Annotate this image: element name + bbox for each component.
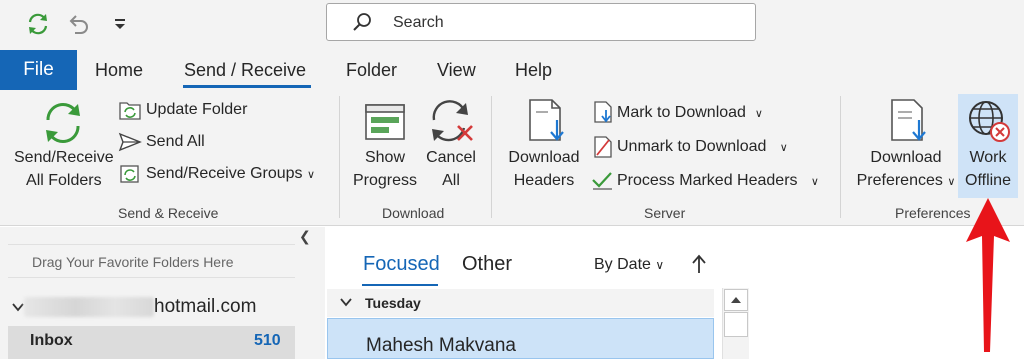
process-marked-headers-icon: [590, 170, 614, 197]
search-icon: [351, 11, 373, 38]
process-marked-headers-label: Process Marked Headers: [617, 172, 798, 189]
cancel-all-line1: Cancel: [426, 149, 476, 166]
group-divider: [840, 96, 841, 218]
send-receive-groups-label: Send/Receive Groups: [146, 165, 303, 182]
collapse-pane-icon[interactable]: ❮: [299, 228, 311, 245]
send-all-button[interactable]: Send All: [146, 133, 205, 151]
favorites-hint: Drag Your Favorite Folders Here: [32, 254, 234, 270]
sort-direction-icon[interactable]: [690, 253, 708, 280]
show-progress-line1: Show: [364, 149, 406, 166]
work-offline-label: Work Offline: [958, 146, 1018, 192]
message-sender: Mahesh Makvana: [366, 335, 516, 356]
inbox-label: Inbox: [30, 332, 73, 349]
unmark-to-download-icon: [592, 135, 614, 164]
tab-send-receive[interactable]: Send / Receive: [184, 60, 306, 81]
tab-focused[interactable]: Focused: [363, 253, 440, 276]
scroll-thumb[interactable]: [724, 312, 748, 337]
sync-icon[interactable]: [24, 10, 52, 38]
redacted-account-name: [24, 297, 154, 317]
chevron-down-icon: ∨: [754, 108, 763, 120]
group-label-server: Server: [644, 205, 686, 221]
download-headers-icon: [524, 98, 570, 149]
cancel-all-button[interactable]: Cancel All: [424, 146, 478, 192]
work-offline-line1: Work: [969, 149, 1007, 166]
send-receive-all-line2: All Folders: [26, 172, 102, 189]
tab-view[interactable]: View: [437, 60, 476, 81]
unread-count-badge: 510: [254, 332, 281, 349]
chevron-down-icon: ∨: [779, 142, 788, 154]
process-marked-headers-button[interactable]: Process Marked Headers ∨: [617, 172, 819, 190]
scroll-up-button[interactable]: [724, 289, 748, 311]
download-preferences-icon: [886, 98, 932, 149]
chevron-down-icon: ∨: [655, 258, 665, 272]
ribbon-tabs: [0, 48, 1024, 92]
chevron-down-icon: ∨: [947, 176, 956, 188]
send-all-icon: [118, 131, 142, 158]
group-label-send-receive: Send & Receive: [118, 205, 219, 221]
tab-help[interactable]: Help: [515, 60, 552, 81]
date-group-header[interactable]: Tuesday: [327, 289, 714, 317]
search-placeholder: Search: [393, 14, 444, 31]
favorites-drop-zone: Drag Your Favorite Folders Here: [8, 244, 295, 278]
chevron-down-icon[interactable]: [11, 300, 25, 319]
send-receive-groups-button[interactable]: Send/Receive Groups ∨: [146, 165, 315, 183]
send-receive-groups-icon: [118, 163, 142, 190]
active-tab-indicator: [183, 85, 311, 88]
download-preferences-line1: Download: [870, 149, 942, 166]
show-progress-line2: Progress: [352, 172, 418, 189]
group-label-download: Download: [382, 205, 445, 221]
download-headers-line2: Headers: [513, 172, 575, 189]
search-input[interactable]: Search: [326, 3, 756, 41]
cancel-all-icon: [428, 98, 476, 151]
unmark-to-download-button[interactable]: Unmark to Download ∨: [617, 138, 788, 156]
message-item[interactable]: Mahesh Makvana: [327, 318, 714, 359]
group-divider: [491, 96, 492, 218]
sort-by-label: By Date: [594, 256, 651, 273]
group-divider: [339, 96, 340, 218]
tab-other[interactable]: Other: [462, 253, 512, 276]
chevron-down-icon: ∨: [306, 169, 316, 181]
date-group-label: Tuesday: [365, 295, 421, 311]
tab-home[interactable]: Home: [95, 60, 143, 81]
mark-to-download-label: Mark to Download: [617, 104, 746, 121]
send-receive-all-icon: [40, 100, 86, 151]
update-folder-button[interactable]: Update Folder: [146, 101, 247, 119]
work-offline-line2: Offline: [965, 172, 1011, 189]
focused-tab-indicator: [362, 284, 438, 286]
annotation-arrow: [960, 196, 1016, 359]
globe-offline-icon: [966, 98, 1012, 149]
mark-to-download-button[interactable]: Mark to Download ∨: [617, 104, 763, 122]
send-receive-all-line1: Send/Receive: [14, 149, 114, 166]
tab-folder[interactable]: Folder: [346, 60, 397, 81]
update-folder-icon: [118, 99, 142, 126]
unmark-to-download-label: Unmark to Download: [617, 138, 767, 155]
download-headers-button[interactable]: Download Headers: [505, 146, 583, 192]
customize-dropdown-icon[interactable]: [106, 10, 134, 38]
download-headers-line1: Download: [508, 149, 580, 166]
show-progress-button[interactable]: Show Progress: [352, 146, 418, 192]
chevron-down-icon: ∨: [810, 176, 819, 188]
send-receive-all-folders-button[interactable]: Send/Receive All Folders: [14, 146, 114, 192]
undo-icon[interactable]: [64, 10, 92, 38]
sort-by-button[interactable]: By Date ∨: [594, 256, 664, 274]
show-progress-icon: [364, 101, 406, 148]
account-email[interactable]: hotmail.com: [154, 296, 256, 318]
chevron-down-icon: [339, 295, 353, 314]
tab-file[interactable]: File: [0, 50, 77, 90]
folder-item-inbox[interactable]: Inbox 510: [8, 326, 295, 359]
download-preferences-button[interactable]: Download Preferences ∨: [854, 146, 958, 194]
download-preferences-line2: Preferences: [856, 172, 943, 189]
cancel-all-line2: All: [442, 172, 460, 189]
mark-to-download-icon: [592, 100, 614, 129]
